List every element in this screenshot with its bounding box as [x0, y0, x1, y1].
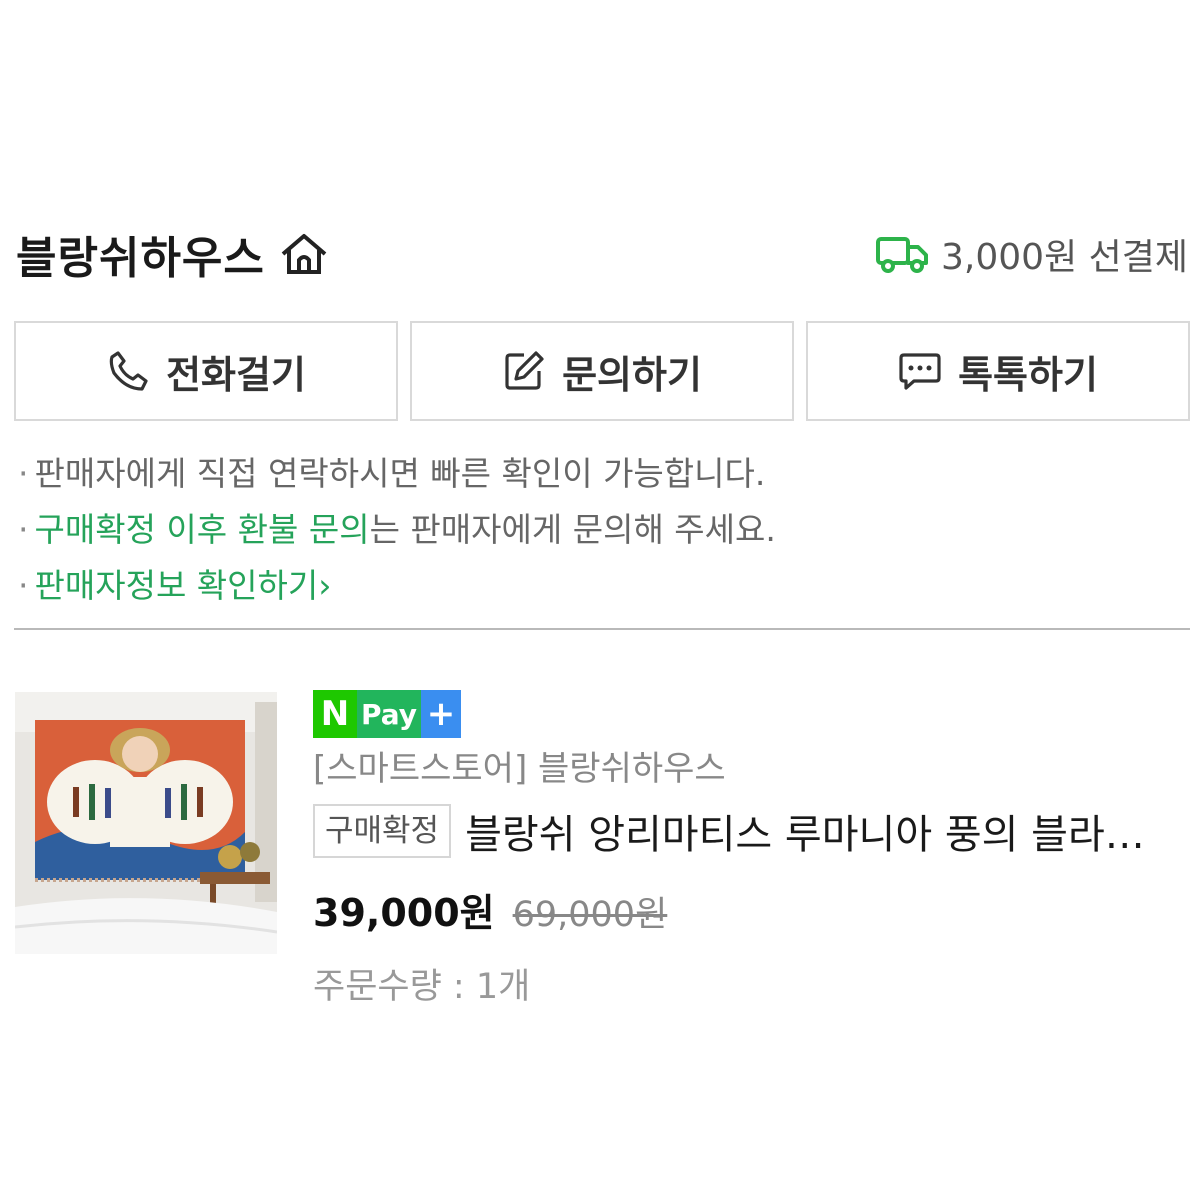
sale-price: 39,000원 [313, 891, 495, 935]
product-image [15, 692, 277, 954]
purchase-confirmed-badge: 구매확정 [313, 804, 452, 858]
edit-icon [505, 351, 544, 390]
seller-info-link-label: 판매자정보 확인하기 [34, 566, 319, 605]
inquiry-button[interactable]: 문의하기 [410, 321, 794, 421]
inquiry-button-label: 문의하기 [562, 352, 702, 397]
original-price: 69,000원 [512, 895, 668, 935]
call-button[interactable]: 전화걸기 [14, 321, 398, 421]
phone-icon [109, 351, 148, 391]
refund-inquiry-highlight: 구매확정 이후 환불 문의 [34, 510, 370, 549]
talktalk-button[interactable]: 톡톡하기 [806, 321, 1190, 421]
npay-pay-label: Pay [357, 690, 421, 738]
notice-refund-text: 는 판매자에게 문의해 주세요. [369, 510, 776, 549]
seller-notices: · 판매자에게 직접 연락하시면 빠른 확인이 가능합니다. · 구매확정 이후 환… [18, 446, 1188, 614]
shipping-fee-text: 3,000원 선결제 [941, 237, 1188, 278]
price-row: 39,000원 69,000원 [313, 882, 1183, 936]
store-name[interactable]: 블랑쉬하우스 [16, 222, 265, 286]
notice-contact: · 판매자에게 직접 연락하시면 빠른 확인이 가능합니다. [18, 446, 1188, 502]
order-quantity: 주문수량 : 1개 [313, 967, 531, 1007]
talktalk-button-label: 톡톡하기 [958, 352, 1098, 397]
npay-n-logo: N [313, 690, 357, 738]
bullet: · [18, 566, 29, 605]
chevron-right-icon: › [318, 566, 332, 605]
product-thumbnail[interactable] [15, 692, 277, 954]
shipping-info: 3,000원 선결제 [875, 228, 1188, 280]
product-store-name: [스마트스토어] 블랑쉬하우스 [313, 749, 726, 789]
store-home-icon[interactable] [279, 232, 329, 276]
section-divider [14, 628, 1190, 630]
call-button-label: 전화걸기 [166, 352, 306, 397]
product-info: N Pay + [스마트스토어] 블랑쉬하우스 구매확정 블랑쉬 앙리마티스 루… [313, 690, 1183, 1009]
notice-contact-text: 판매자에게 직접 연락하시면 빠른 확인이 가능합니다. [34, 454, 766, 493]
bullet: · [18, 454, 29, 493]
store-header: 블랑쉬하우스 3,000원 선결제 [16, 222, 1188, 286]
contact-actions: 전화걸기 문의하기 톡톡하기 [14, 321, 1190, 421]
seller-info-link[interactable]: 판매자정보 확인하기› [35, 566, 332, 605]
store-name-wrap: 블랑쉬하우스 [16, 222, 329, 286]
product-title[interactable]: 블랑쉬 앙리마티스 루마니아 풍의 블라우스 패브릭 포스터 [465, 802, 1165, 860]
product-title-row: 구매확정 블랑쉬 앙리마티스 루마니아 풍의 블라우스 패브릭 포스터 [313, 804, 1183, 858]
truck-icon [876, 237, 929, 273]
chat-icon [899, 353, 941, 390]
bullet: · [18, 510, 29, 549]
notice-refund: · 구매확정 이후 환불 문의는 판매자에게 문의해 주세요. [18, 502, 1188, 558]
notice-seller-info: · 판매자정보 확인하기› [18, 558, 1188, 614]
order-detail-page: 블랑쉬하우스 3,000원 선결제 전화걸기 문의하기 톡톡하기 · 판매자에게… [0, 0, 1200, 1200]
npay-plus-badge: N Pay + [313, 690, 461, 738]
plus-icon: + [421, 690, 461, 738]
